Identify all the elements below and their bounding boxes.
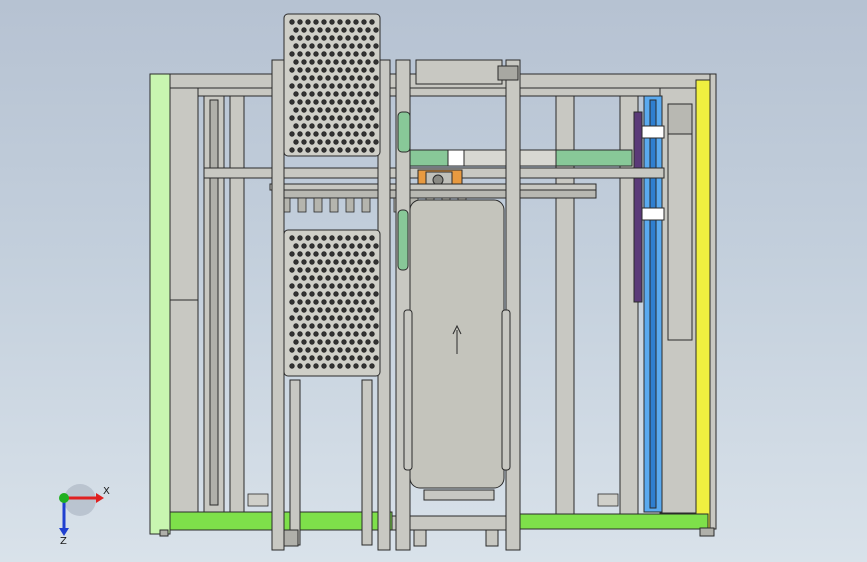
triad-y-axis	[59, 493, 69, 503]
triad-z-arrow	[59, 528, 69, 536]
triad-z-label: Z	[60, 536, 67, 547]
triad-x-label: X	[103, 486, 110, 497]
triad-origin-shadow	[64, 484, 96, 516]
cad-viewport[interactable]: X Z	[0, 0, 867, 562]
orientation-triad	[59, 484, 104, 536]
